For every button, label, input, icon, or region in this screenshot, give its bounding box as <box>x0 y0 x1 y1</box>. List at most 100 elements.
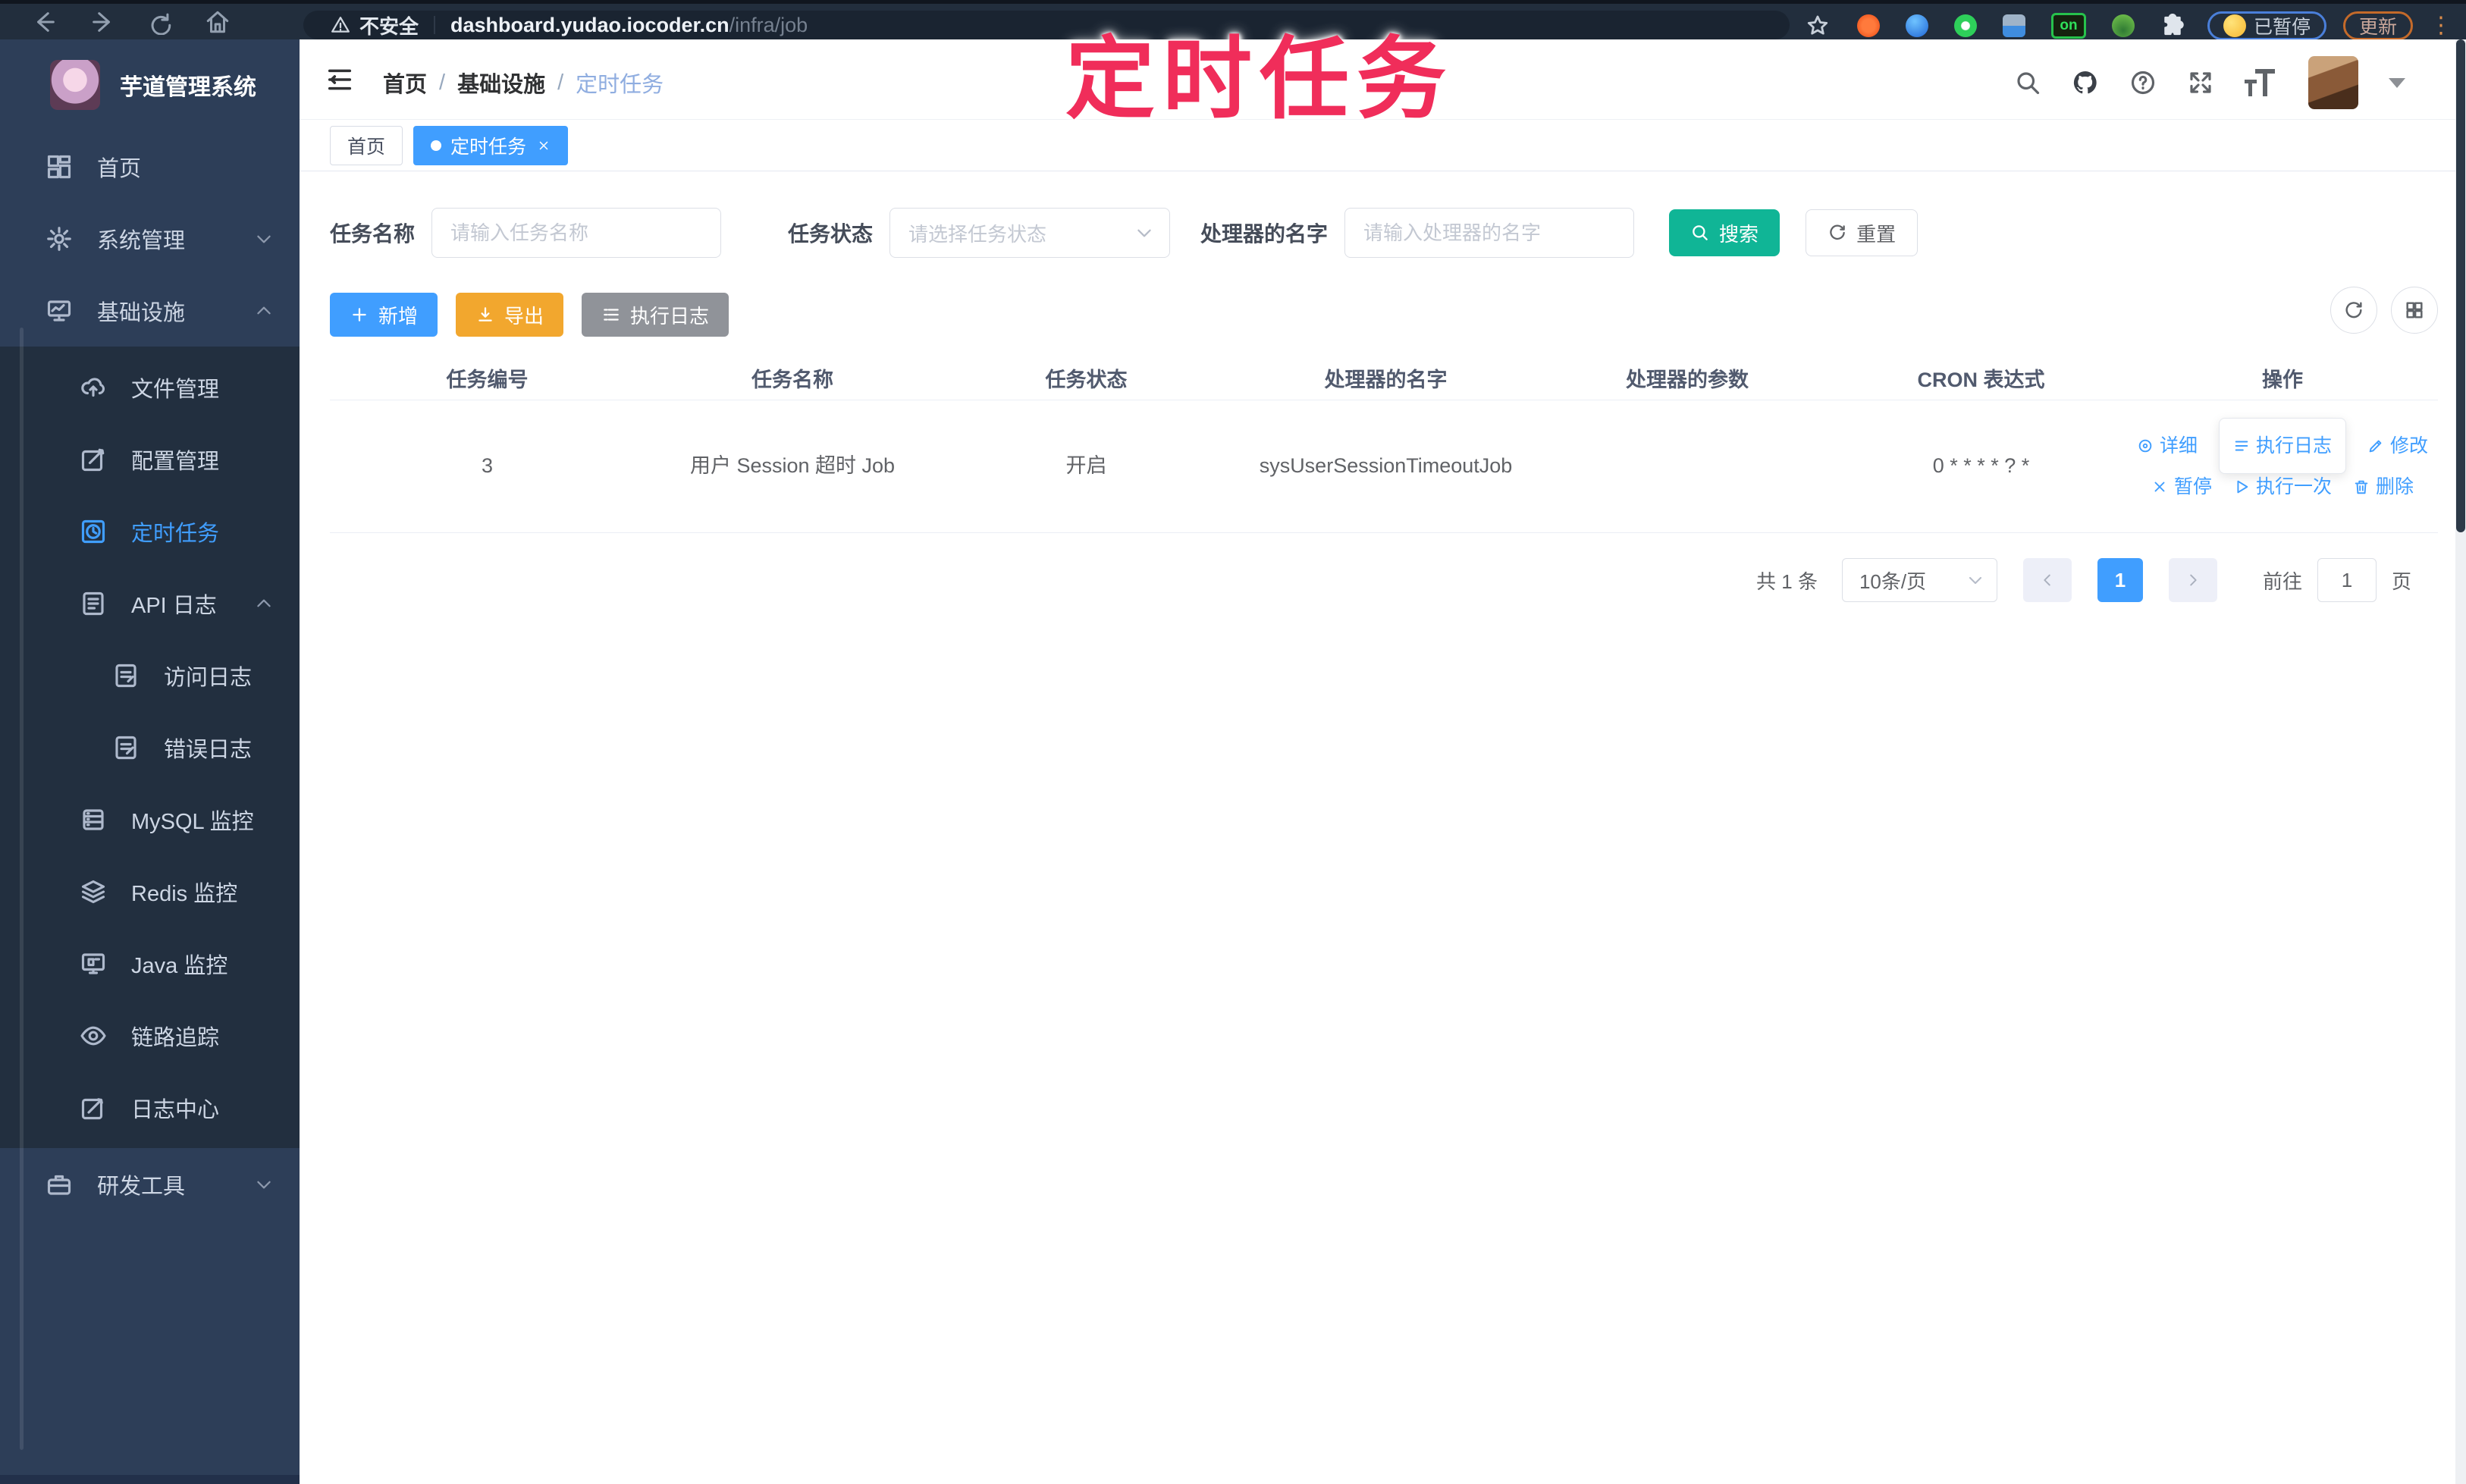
user-menu-caret-icon[interactable] <box>2389 77 2405 88</box>
chrome-update-button[interactable]: 更新 <box>2342 11 2413 40</box>
edit-icon <box>81 1097 103 1119</box>
edit-icon <box>81 448 105 471</box>
sidebar-item-home[interactable]: 首页 <box>0 130 300 202</box>
plus-icon <box>353 308 366 322</box>
browser-menu-kebab-icon[interactable]: ⋮ <box>2430 12 2452 39</box>
handler-name-input[interactable] <box>1344 208 1635 258</box>
action-exec-log[interactable]: 执行日志 <box>2233 431 2332 461</box>
export-button[interactable]: 导出 <box>456 293 564 337</box>
action-run-once[interactable]: 执行一次 <box>2233 472 2332 502</box>
reset-button[interactable]: 重置 <box>1806 209 1919 256</box>
tab-home[interactable]: 首页 <box>330 126 403 165</box>
breadcrumb-infra[interactable]: 基础设施 <box>457 67 545 99</box>
action-edit[interactable]: 修改 <box>2367 431 2428 461</box>
column-settings-button[interactable] <box>2391 287 2438 334</box>
list-icon <box>604 309 619 321</box>
job-status-select[interactable]: 请选择任务状态 <box>889 208 1171 258</box>
help-icon[interactable] <box>2129 69 2157 96</box>
refresh-icon <box>1830 224 1845 240</box>
eye-icon <box>80 1026 106 1045</box>
sidebar-item-label: Redis 监控 <box>131 881 238 906</box>
job-status-label: 任务状态 <box>788 222 874 246</box>
view-icon <box>2138 439 2152 453</box>
browser-reload-icon[interactable] <box>147 9 173 35</box>
action-delete[interactable]: 删除 <box>2353 472 2414 502</box>
sidebar-item-config-manage[interactable]: 配置管理 <box>0 423 300 495</box>
action-pause[interactable]: 暂停 <box>2151 472 2212 502</box>
sidebar-item-error-log[interactable]: 错误日志 <box>0 711 300 783</box>
extension-icon[interactable] <box>1856 14 1880 37</box>
sidebar-item-infra[interactable]: 基础设施 <box>0 275 300 347</box>
dashboard-icon <box>47 155 71 178</box>
goto-page-input[interactable] <box>2317 558 2377 602</box>
chevron-left-icon <box>2044 574 2050 586</box>
sidebar-bottom-edge <box>0 1475 300 1484</box>
app-logo-row[interactable]: 芋道管理系统 <box>0 39 300 130</box>
sidebar-item-log-center[interactable]: 日志中心 <box>0 1071 300 1144</box>
sidebar-collapse-icon[interactable] <box>324 64 356 95</box>
github-icon[interactable] <box>2072 69 2099 96</box>
refresh-icon <box>2345 302 2362 318</box>
reset-button-label: 重置 <box>1856 222 1897 246</box>
fullscreen-icon[interactable] <box>2187 69 2214 96</box>
sidebar-item-dev-tools[interactable]: 研发工具 <box>0 1148 300 1220</box>
sidebar-item-system[interactable]: 系统管理 <box>0 202 300 275</box>
grid-icon <box>2406 302 2423 318</box>
extension-on-badge[interactable]: on <box>2050 12 2086 39</box>
pagination-total: 共 1 条 <box>1756 569 1818 593</box>
prev-page-button[interactable] <box>2022 558 2072 602</box>
sidebar-item-access-log[interactable]: 访问日志 <box>0 639 300 711</box>
job-name-input[interactable] <box>431 208 722 258</box>
sidebar-item-api-log[interactable]: API 日志 <box>0 567 300 639</box>
table-row: 3 用户 Session 超时 Job 开启 sysUserSessionTim… <box>330 400 2438 533</box>
sidebar-item-tracing[interactable]: 链路追踪 <box>0 999 300 1071</box>
user-avatar[interactable] <box>2308 56 2358 109</box>
tab-label: 定时任务 <box>450 136 527 158</box>
app-logo <box>50 60 100 110</box>
breadcrumb-separator: / <box>557 70 564 95</box>
extension-icon[interactable] <box>1905 14 1928 37</box>
add-button[interactable]: 新增 <box>330 293 438 337</box>
font-size-icon[interactable] <box>2245 69 2278 96</box>
page-number-1[interactable]: 1 <box>2097 558 2143 602</box>
extension-icon[interactable] <box>2002 14 2025 37</box>
layers-icon <box>81 880 105 903</box>
monitor-icon <box>47 300 71 322</box>
filter-form: 任务名称 任务状态 请选择任务状态 处理器的名字 搜索 重置 <box>330 208 1919 258</box>
exec-log-button[interactable]: 执行日志 <box>582 293 729 337</box>
list-icon <box>2235 441 2248 451</box>
security-warning-icon <box>331 17 350 33</box>
clock-icon <box>81 519 105 543</box>
search-button[interactable]: 搜索 <box>1669 209 1780 256</box>
sidebar-item-file-manage[interactable]: 文件管理 <box>0 351 300 423</box>
close-icon[interactable] <box>537 139 551 152</box>
tab-scheduled-jobs[interactable]: 定时任务 <box>413 126 569 165</box>
sidebar-item-redis-monitor[interactable]: Redis 监控 <box>0 855 300 927</box>
breadcrumb-home[interactable]: 首页 <box>383 67 427 99</box>
search-icon[interactable] <box>2014 69 2041 96</box>
extensions-puzzle-icon[interactable] <box>2160 13 2185 38</box>
profile-paused-chip[interactable]: 已暂停 <box>2207 11 2326 40</box>
extension-plant-icon[interactable] <box>2111 14 2135 37</box>
sidebar-item-label: 研发工具 <box>97 1174 186 1199</box>
sidebar-item-mysql-monitor[interactable]: MySQL 监控 <box>0 783 300 855</box>
browser-home-icon[interactable] <box>205 9 231 35</box>
cell-handler-param <box>1539 459 1835 474</box>
sidebar-item-scheduled-jobs[interactable]: 定时任务 <box>0 495 300 567</box>
page-size-select[interactable]: 10条/页 <box>1841 558 1997 602</box>
search-button-label: 搜索 <box>1719 222 1759 246</box>
sidebar-item-label: 基础设施 <box>97 300 186 325</box>
cell-job-status: 开启 <box>1065 454 1107 478</box>
browser-forward-icon[interactable] <box>89 9 115 35</box>
page-scrollbar-thumb[interactable] <box>2456 39 2465 532</box>
browser-back-icon[interactable] <box>32 9 58 35</box>
col-cron: CRON 表达式 <box>1917 369 2045 391</box>
page-scrollbar-track[interactable] <box>2455 39 2466 1484</box>
bookmark-star-icon[interactable] <box>1806 14 1830 38</box>
extension-icon[interactable] <box>1953 14 1977 37</box>
address-bar[interactable]: 不安全 dashboard.yudao.iocoder.cn /infra/jo… <box>303 11 1790 39</box>
next-page-button[interactable] <box>2168 558 2217 602</box>
action-detail[interactable]: 详细 <box>2137 431 2198 461</box>
refresh-table-button[interactable] <box>2330 287 2377 334</box>
sidebar-item-java-monitor[interactable]: Java 监控 <box>0 927 300 999</box>
